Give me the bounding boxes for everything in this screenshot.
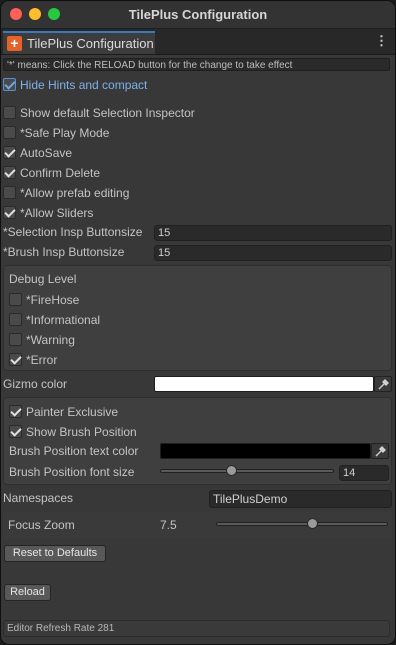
debug-warning-checkbox[interactable] xyxy=(9,333,22,346)
focus-zoom-slider-thumb[interactable] xyxy=(306,518,318,529)
painter-exclusive-label: Painter Exclusive xyxy=(26,405,119,419)
tab-tileplus-configuration[interactable]: + TilePlus Configuration xyxy=(3,31,155,54)
allow-sliders-checkbox[interactable] xyxy=(3,206,16,219)
more-options-icon[interactable]: ⋮ xyxy=(375,33,388,49)
debug-informational-toggle[interactable]: *Informational xyxy=(9,312,209,328)
show-brush-position-toggle[interactable]: Show Brush Position xyxy=(9,424,209,440)
debug-level-title: Debug Level xyxy=(9,272,77,286)
debug-informational-checkbox[interactable] xyxy=(9,313,22,326)
gizmo-color-label: Gizmo color xyxy=(3,377,68,391)
tab-label: TilePlus Configuration xyxy=(27,36,154,51)
reload-notice: '*' means: Click the RELOAD button for t… xyxy=(3,58,390,71)
safe-play-mode-label: *Safe Play Mode xyxy=(20,126,110,140)
brush-insp-buttonsize-field[interactable]: 15 xyxy=(154,245,392,261)
brush-color-eyedropper-icon[interactable] xyxy=(371,443,389,459)
debug-warning-toggle[interactable]: *Warning xyxy=(9,332,209,348)
allow-prefab-editing-checkbox[interactable] xyxy=(3,186,16,199)
allow-prefab-editing-label: *Allow prefab editing xyxy=(20,186,130,200)
allow-prefab-editing-toggle[interactable]: *Allow prefab editing xyxy=(3,185,303,201)
allow-sliders-label: *Allow Sliders xyxy=(20,206,94,220)
focus-zoom-label: Focus Zoom xyxy=(8,518,75,532)
debug-error-toggle[interactable]: *Error xyxy=(9,352,209,368)
debug-firehose-label: *FireHose xyxy=(26,293,80,307)
confirm-delete-toggle[interactable]: Confirm Delete xyxy=(3,165,303,181)
focus-zoom-value: 7.5 xyxy=(160,518,177,532)
focus-zoom-slider-track[interactable] xyxy=(216,522,388,526)
hide-hints-toggle[interactable]: Hide Hints and compact xyxy=(3,77,303,93)
show-default-selection-inspector-checkbox[interactable] xyxy=(3,106,16,119)
brush-position-text-color-label: Brush Position text color xyxy=(9,444,139,458)
focus-zoom-panel: Focus Zoom 7.5 xyxy=(3,512,392,539)
painter-panel: Painter Exclusive Show Brush Position Br… xyxy=(3,397,392,485)
reload-button[interactable]: Reload xyxy=(4,584,51,601)
safe-play-mode-checkbox[interactable] xyxy=(3,126,16,139)
hide-hints-label: Hide Hints and compact xyxy=(20,78,148,92)
painter-exclusive-checkbox[interactable] xyxy=(9,405,22,418)
debug-firehose-toggle[interactable]: *FireHose xyxy=(9,292,209,308)
hide-hints-checkbox[interactable] xyxy=(3,78,16,91)
safe-play-mode-toggle[interactable]: *Safe Play Mode xyxy=(3,125,303,141)
show-default-selection-inspector-toggle[interactable]: Show default Selection Inspector xyxy=(3,105,303,121)
confirm-delete-checkbox[interactable] xyxy=(3,166,16,179)
reset-to-defaults-button[interactable]: Reset to Defaults xyxy=(4,545,106,562)
inspector-content: '*' means: Click the RELOAD button for t… xyxy=(1,55,395,644)
debug-error-label: *Error xyxy=(26,353,58,367)
debug-level-panel: Debug Level *FireHose *Informational *Wa… xyxy=(3,265,392,371)
show-brush-position-label: Show Brush Position xyxy=(26,425,137,439)
confirm-delete-label: Confirm Delete xyxy=(20,166,101,180)
window-title: TilePlus Configuration xyxy=(128,7,268,22)
selection-insp-buttonsize-field[interactable]: 15 xyxy=(154,225,392,241)
title-bar: TilePlus Configuration xyxy=(1,1,395,29)
selection-insp-buttonsize-label: *Selection Insp Buttonsize xyxy=(3,225,143,239)
allow-sliders-toggle[interactable]: *Allow Sliders xyxy=(3,205,303,221)
debug-error-checkbox[interactable] xyxy=(9,353,22,366)
autosave-label: AutoSave xyxy=(20,146,73,160)
gizmo-color-field[interactable] xyxy=(154,376,374,392)
tab-bar: + TilePlus Configuration ⋮ xyxy=(1,29,395,55)
editor-refresh-rate-status: Editor Refresh Rate 281 xyxy=(3,620,390,637)
debug-informational-label: *Informational xyxy=(26,313,101,327)
brush-font-size-slider-track[interactable] xyxy=(160,469,334,473)
brush-font-size-slider-thumb[interactable] xyxy=(225,465,237,476)
brush-insp-buttonsize-label: *Brush Insp Buttonsize xyxy=(3,245,125,259)
show-default-selection-inspector-label: Show default Selection Inspector xyxy=(20,106,195,120)
gizmo-eyedropper-icon[interactable] xyxy=(374,376,392,392)
brush-position-font-size-label: Brush Position font size xyxy=(9,465,135,479)
configuration-window: TilePlus Configuration + TilePlus Config… xyxy=(0,0,396,645)
tileplus-icon: + xyxy=(7,36,22,51)
autosave-toggle[interactable]: AutoSave xyxy=(3,145,303,161)
autosave-checkbox[interactable] xyxy=(3,146,16,159)
brush-position-text-color-field[interactable] xyxy=(160,443,371,459)
namespaces-field[interactable]: TilePlusDemo xyxy=(209,490,392,508)
brush-font-size-field[interactable]: 14 xyxy=(339,465,389,481)
debug-firehose-checkbox[interactable] xyxy=(9,293,22,306)
show-brush-position-checkbox[interactable] xyxy=(9,425,22,438)
namespaces-label: Namespaces xyxy=(3,491,74,505)
painter-exclusive-toggle[interactable]: Painter Exclusive xyxy=(9,404,209,420)
debug-warning-label: *Warning xyxy=(26,333,75,347)
